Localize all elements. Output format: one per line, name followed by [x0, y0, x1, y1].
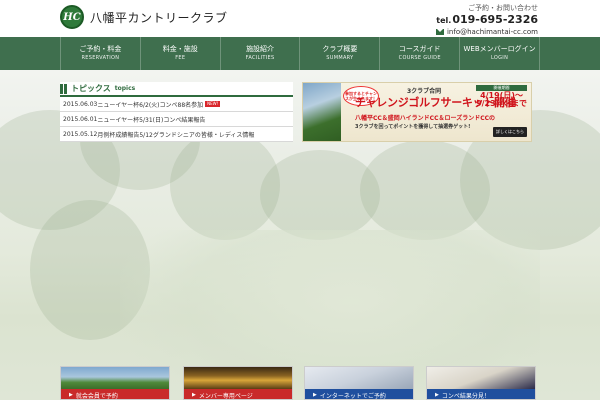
- nav-sublabel: SUMMARY: [326, 55, 354, 61]
- card-label: ▶ 就会会員で予約: [61, 389, 169, 400]
- tel-prefix: tel.: [436, 16, 452, 25]
- nav-label: クラブ概要: [322, 45, 358, 53]
- nav-item-fee[interactable]: 料金・施設 FEE: [141, 37, 221, 70]
- card-label: ▶ コンペ結果分見！: [427, 389, 535, 400]
- banner-date-end: 9/23(水)まで: [476, 99, 527, 108]
- topic-date: 2015.06.03: [63, 100, 98, 108]
- card-photo: [61, 367, 169, 389]
- new-badge: NEW!: [205, 101, 221, 107]
- topic-text: ニューイヤー杯5/31(日)コンペ結果報告: [97, 116, 206, 124]
- phone-number[interactable]: tel.019-695-2326: [436, 13, 538, 27]
- topic-text: 月例杯成績報告5/12グランドシニアの皆様・レディス情報: [97, 131, 255, 139]
- nav-sublabel: COURSE GUIDE: [398, 55, 441, 61]
- banner-description: 3クラブを回ってポイントを獲得して抽選券ゲット!: [355, 124, 471, 130]
- topic-date: 2015.05.12: [63, 130, 98, 138]
- arrow-right-icon: ▶: [435, 392, 439, 398]
- nav-label: コースガイド: [398, 45, 441, 53]
- nav-label: 料金・施設: [162, 45, 198, 53]
- banner-dates: 開催期間 4/19(日)～ 9/23(水)まで: [476, 85, 527, 108]
- arrow-right-icon: ▶: [313, 392, 317, 398]
- details-button[interactable]: 詳しくはこちら: [493, 127, 527, 137]
- contact-info: ご予約・お問い合わせ tel.019-695-2326 info@hachima…: [435, 4, 538, 37]
- nav-sublabel: FEE: [175, 55, 186, 61]
- nav-label: ご予約・料金: [79, 45, 122, 53]
- topics-panel: トピックス topics 2015.06.03 ニューイヤー杯6/2(火)コンペ…: [60, 82, 293, 142]
- email-address: info@hachimantai-cc.com: [446, 28, 538, 36]
- topics-title: トピックス: [71, 84, 111, 93]
- nav-sublabel: LOGIN: [490, 55, 509, 61]
- main-nav: ご予約・料金 RESERVATION 料金・施設 FEE 施設紹介 FACILI…: [0, 37, 600, 70]
- topics-header: トピックス topics: [60, 82, 293, 97]
- nav-item-summary[interactable]: クラブ概要 SUMMARY: [300, 37, 381, 70]
- card-photo: [305, 367, 413, 389]
- arrow-right-icon: ▶: [192, 392, 196, 398]
- card-internet-reservation[interactable]: ▶ インターネットでご予約: [304, 366, 414, 400]
- topic-text: ニューイヤー杯6/2(火)コンペ88名参加: [97, 101, 204, 109]
- topic-item[interactable]: 2015.06.03 ニューイヤー杯6/2(火)コンペ88名参加 NEW!: [60, 97, 293, 112]
- card-text: インターネットでご予約: [319, 392, 386, 400]
- email-link[interactable]: info@hachimantai-cc.com: [435, 27, 538, 37]
- banner-clubs: 八幡平CC＆盛岡ハイランドCC＆ローズランドCCの: [355, 115, 496, 122]
- card-member-reservation[interactable]: ▶ 就会会員で予約: [60, 366, 170, 400]
- card-label: ▶ インターネットでご予約: [305, 389, 413, 400]
- nav-sublabel: RESERVATION: [81, 55, 120, 61]
- quick-links: ▶ 就会会員で予約 ▶ メンバー専用ページ ▶ インターネットでご予約 ▶ コンペ結果分…: [60, 366, 540, 400]
- club-emblem-icon: HC: [60, 5, 84, 29]
- mail-icon: [435, 29, 444, 35]
- site-header: HC 八幡平カントリークラブ ご予約・お問い合わせ tel.019-695-23…: [0, 0, 600, 37]
- nav-item-facilities[interactable]: 施設紹介 FACILITIES: [221, 37, 301, 70]
- nav-item-course-guide[interactable]: コースガイド COURSE GUIDE: [380, 37, 461, 70]
- card-text: コンペ結果分見！: [441, 392, 490, 400]
- topics-marker: [64, 83, 67, 94]
- site-logo[interactable]: HC 八幡平カントリークラブ: [60, 5, 228, 29]
- nav-sublabel: FACILITIES: [245, 55, 275, 61]
- topics-marker: [60, 83, 63, 94]
- nav-label: WEBメンバーログイン: [463, 45, 536, 53]
- card-member-page[interactable]: ▶ メンバー専用ページ: [183, 366, 293, 400]
- site-name: 八幡平カントリークラブ: [90, 10, 228, 25]
- arrow-right-icon: ▶: [69, 392, 73, 398]
- card-photo: [184, 367, 292, 389]
- card-text: メンバー専用ページ: [198, 392, 253, 400]
- topic-item[interactable]: 2015.05.12 月例杯成績報告5/12グランドシニアの皆様・レディス情報: [60, 127, 293, 142]
- challenge-golf-banner[interactable]: 参加するとチャンスが生まれます！ 3クラブ合同 チャレンジゴルフサーキット開催 …: [302, 82, 532, 142]
- card-label: ▶ メンバー専用ページ: [184, 389, 292, 400]
- card-text: 就会会員で予約: [75, 392, 118, 400]
- tel-value: 019-695-2326: [452, 13, 538, 26]
- topic-date: 2015.06.01: [63, 115, 98, 123]
- nav-item-login[interactable]: WEBメンバーログイン LOGIN: [460, 37, 540, 70]
- nav-item-reservation[interactable]: ご予約・料金 RESERVATION: [60, 37, 141, 70]
- nav-label: 施設紹介: [246, 45, 275, 53]
- card-competition-results[interactable]: ▶ コンペ結果分見！: [426, 366, 536, 400]
- contact-caption: ご予約・お問い合わせ: [468, 4, 538, 12]
- golf-photo: [303, 83, 341, 141]
- card-photo: [427, 367, 535, 389]
- topics-title-en: topics: [114, 85, 136, 92]
- topic-item[interactable]: 2015.06.01 ニューイヤー杯5/31(日)コンペ結果報告: [60, 112, 293, 127]
